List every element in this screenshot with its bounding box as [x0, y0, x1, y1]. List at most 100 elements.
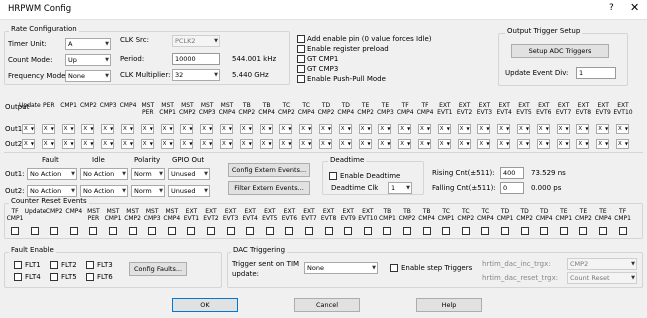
setup-adc-triggers-button[interactable]: Setup ADC Triggers	[511, 44, 609, 58]
out2-action-select[interactable]: X ▼	[358, 139, 372, 149]
counter-reset-checkbox[interactable]	[599, 227, 607, 235]
out2-action-select[interactable]: X ▼	[299, 139, 313, 149]
counter-reset-checkbox[interactable]	[481, 227, 490, 235]
out1-action-select[interactable]: X ▼	[497, 124, 511, 134]
flt6-checkbox[interactable]	[86, 273, 94, 281]
flt3-checkbox[interactable]	[86, 261, 94, 269]
timer-unit-select[interactable]: A ▼	[65, 38, 111, 50]
counter-reset-checkbox[interactable]	[579, 227, 588, 235]
flt4-checkbox[interactable]	[14, 273, 22, 281]
out1-gpio-select[interactable]: Unused ▼	[168, 168, 210, 180]
out2-action-select[interactable]: X ▼	[556, 139, 570, 149]
out1-action-select[interactable]: X ▼	[477, 124, 491, 134]
flt2-checkbox[interactable]	[50, 261, 58, 269]
out2-action-select[interactable]: X ▼	[477, 139, 491, 149]
cancel-button[interactable]: Cancel	[294, 298, 360, 312]
out2-action-select[interactable]: X ▼	[22, 139, 35, 149]
counter-reset-checkbox[interactable]	[226, 227, 235, 235]
help-icon[interactable]: ?	[609, 3, 614, 13]
counter-reset-checkbox[interactable]	[383, 227, 392, 235]
out1-action-select[interactable]: X ▼	[299, 124, 313, 134]
out2-action-select[interactable]: X ▼	[576, 139, 590, 149]
out2-action-select[interactable]: X ▼	[259, 139, 273, 149]
clk-multiplier-select[interactable]: 32 ▼	[172, 69, 220, 81]
out2-action-select[interactable]: X ▼	[81, 139, 95, 149]
out2-action-select[interactable]: X ▼	[517, 139, 530, 149]
out2-action-select[interactable]: X ▼	[279, 139, 293, 149]
counter-reset-checkbox[interactable]	[167, 227, 176, 235]
out2-action-select[interactable]: X ▼	[418, 139, 431, 149]
out2-action-select[interactable]: X ▼	[319, 139, 332, 149]
out1-fault-select[interactable]: No Action ▼	[27, 168, 77, 180]
out1-action-select[interactable]: X ▼	[41, 124, 55, 134]
counter-reset-checkbox[interactable]	[50, 227, 59, 235]
out1-action-select[interactable]: X ▼	[180, 124, 194, 134]
out1-action-select[interactable]: X ▼	[279, 124, 293, 134]
help-button[interactable]: Help	[416, 298, 482, 312]
out1-action-select[interactable]: X ▼	[437, 124, 451, 134]
out1-action-select[interactable]: X ▼	[378, 124, 392, 134]
counter-reset-checkbox[interactable]	[422, 227, 431, 235]
out1-action-select[interactable]: X ▼	[200, 124, 214, 134]
enable-push-pull-checkbox[interactable]	[297, 75, 305, 83]
counter-reset-checkbox[interactable]	[30, 227, 39, 235]
out2-action-select[interactable]: X ▼	[180, 139, 194, 149]
out1-action-select[interactable]: X ▼	[259, 124, 273, 134]
counter-reset-checkbox[interactable]	[559, 227, 568, 235]
counter-reset-checkbox[interactable]	[305, 227, 313, 235]
enable-step-triggers-checkbox[interactable]	[390, 264, 398, 272]
flt1-checkbox[interactable]	[14, 261, 22, 269]
out1-action-select[interactable]: X ▼	[398, 124, 412, 134]
enable-deadtime-checkbox[interactable]	[329, 172, 337, 180]
counter-reset-checkbox[interactable]	[403, 227, 411, 235]
frequency-mode-select[interactable]: None ▼	[65, 70, 111, 82]
counter-reset-checkbox[interactable]	[265, 227, 274, 235]
out2-action-select[interactable]: X ▼	[121, 139, 134, 149]
add-enable-pin-checkbox[interactable]	[297, 35, 305, 43]
rising-cnt-input[interactable]: 400	[500, 167, 524, 179]
out1-action-select[interactable]: X ▼	[220, 124, 233, 134]
gt-cmp3-checkbox[interactable]	[297, 65, 305, 73]
counter-reset-checkbox[interactable]	[148, 227, 157, 235]
out1-action-select[interactable]: X ▼	[319, 124, 332, 134]
count-mode-select[interactable]: Up ▼	[65, 54, 111, 66]
out2-action-select[interactable]: X ▼	[41, 139, 55, 149]
out2-action-select[interactable]: X ▼	[437, 139, 451, 149]
out2-action-select[interactable]: X ▼	[536, 139, 550, 149]
counter-reset-checkbox[interactable]	[540, 227, 549, 235]
config-extern-events-button[interactable]: Config Extern Events...	[228, 163, 310, 177]
close-icon[interactable]: ✕	[630, 1, 639, 14]
counter-reset-checkbox[interactable]	[89, 227, 98, 235]
out1-action-select[interactable]: X ▼	[536, 124, 550, 134]
config-faults-button[interactable]: Config Faults...	[129, 262, 187, 276]
out2-action-select[interactable]: X ▼	[457, 139, 471, 149]
dac-trigger-select[interactable]: None ▼	[304, 262, 378, 274]
out1-action-select[interactable]: X ▼	[61, 124, 75, 134]
out1-action-select[interactable]: X ▼	[101, 124, 115, 134]
gt-cmp1-checkbox[interactable]	[297, 55, 305, 63]
out2-action-select[interactable]: X ▼	[140, 139, 154, 149]
out1-action-select[interactable]: X ▼	[121, 124, 134, 134]
out2-action-select[interactable]: X ▼	[497, 139, 511, 149]
counter-reset-checkbox[interactable]	[109, 227, 117, 235]
update-event-div-input[interactable]: 1	[576, 67, 616, 79]
counter-reset-checkbox[interactable]	[69, 227, 78, 235]
deadtime-clk-select[interactable]: 1 ▼	[388, 182, 412, 194]
period-input[interactable]: 10000	[172, 53, 220, 65]
out2-action-select[interactable]: X ▼	[398, 139, 412, 149]
out2-idle-select[interactable]: No Action ▼	[80, 185, 128, 197]
enable-register-preload-checkbox[interactable]	[297, 45, 305, 53]
counter-reset-checkbox[interactable]	[520, 227, 529, 235]
out2-polarity-select[interactable]: Norm ▼	[131, 185, 165, 197]
out1-action-select[interactable]: X ▼	[457, 124, 471, 134]
out1-action-select[interactable]: X ▼	[418, 124, 431, 134]
out2-action-select[interactable]: X ▼	[596, 139, 610, 149]
out1-action-select[interactable]: X ▼	[140, 124, 154, 134]
out2-action-select[interactable]: X ▼	[101, 139, 115, 149]
counter-reset-checkbox[interactable]	[501, 227, 509, 235]
counter-reset-checkbox[interactable]	[128, 227, 137, 235]
out1-idle-select[interactable]: No Action ▼	[80, 168, 128, 180]
out2-action-select[interactable]: X ▼	[220, 139, 233, 149]
out1-action-select[interactable]: X ▼	[22, 124, 35, 134]
counter-reset-checkbox[interactable]	[461, 227, 470, 235]
